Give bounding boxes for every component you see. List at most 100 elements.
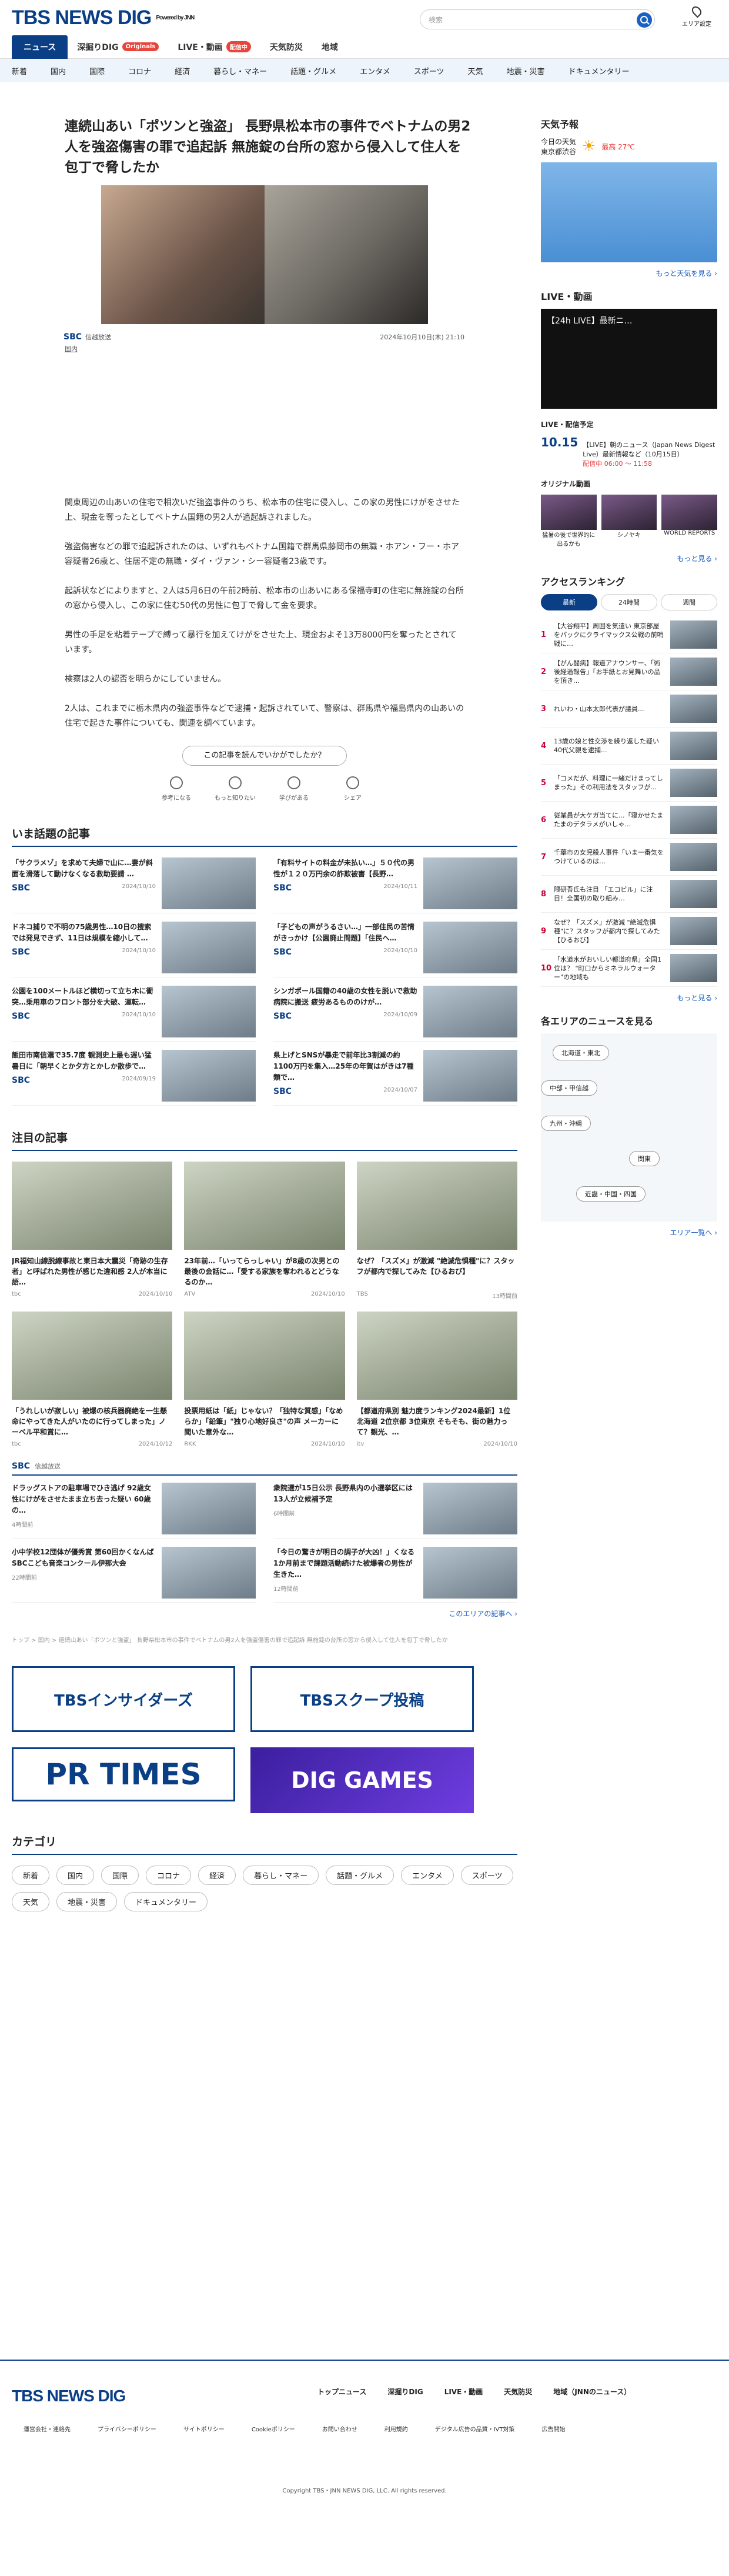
video-thumb[interactable] — [541, 495, 597, 530]
footer-link[interactable]: 利用規約 — [384, 2424, 408, 2433]
sbc-item[interactable]: 小中学校12団体が優秀賞 第60回かくなんばSBCこども音楽コンクール伊那大会 2… — [12, 1547, 256, 1603]
category-chip[interactable]: 国内 — [56, 1866, 95, 1885]
reaction-button[interactable]: もっと知りたい — [213, 776, 257, 802]
category-chip[interactable]: コロナ — [146, 1866, 192, 1885]
site-logo[interactable]: TBS NEWS DIG Powered by JNN — [12, 6, 195, 29]
category-chip[interactable]: エンタメ — [401, 1866, 454, 1885]
featured-item[interactable]: 「うれしいが寂しい」被爆の核兵器廃絶を一生懸命にやってきた人がいたのに行ってしま… — [12, 1312, 173, 1447]
live-more-link[interactable]: もっと見る › — [541, 553, 717, 563]
video-thumb[interactable] — [661, 495, 718, 530]
banner-3[interactable]: PR TIMES — [12, 1747, 235, 1801]
category-chip[interactable]: 国際 — [101, 1866, 139, 1885]
footer-link[interactable]: サイトポリシー — [183, 2424, 225, 2433]
category-nav-item[interactable]: コロナ — [128, 65, 151, 76]
ranking-item[interactable]: 6 従業員が大ケガ当てに...「寝かせたまたまのデタラメがいしゃ… — [541, 802, 717, 839]
trending-item[interactable]: 公園を100メートルほど横切って立ち木に衝突…乗用車のフロント部分を大破、運転…… — [12, 986, 256, 1042]
category-nav-item[interactable]: ドキュメンタリー — [569, 65, 630, 76]
sbc-item[interactable]: ドラッグストアの駐車場でひき逃げ 92歳女性にけがをさせたまま立ち去った疑い 6… — [12, 1483, 256, 1539]
category-chip[interactable]: スポーツ — [460, 1866, 514, 1885]
ranking-tab[interactable]: 週間 — [661, 594, 717, 610]
footer-nav-link[interactable]: 地域（JNNのニュース） — [553, 2387, 631, 2397]
featured-item[interactable]: JR福知山線脱線事故と東日本大震災「奇跡の生存者」と呼ばれた男性が感じた違和感 … — [12, 1162, 173, 1300]
footer-link[interactable]: プライバシーポリシー — [98, 2424, 156, 2433]
area-articles-link[interactable]: このエリアの記事へ › — [12, 1609, 517, 1619]
trending-item[interactable]: 「有料サイトの料金が未払い…」５０代の男性が１２０万円余の詐欺被害【長野… SBC… — [273, 857, 517, 913]
trending-item[interactable]: ドネコ捕りで不明の75歳男性…10日の捜索では発見できず、11日は規模を縮小して… — [12, 922, 256, 977]
weather-map[interactable] — [541, 162, 717, 262]
featured-item[interactable]: 投票用紙は「紙」じゃない？「独特な質感」「なめらか」「鉛筆」"独り心地好良さ"の… — [184, 1312, 345, 1447]
category-nav-item[interactable]: 国際 — [89, 65, 105, 76]
category-nav-item[interactable]: スポーツ — [414, 65, 444, 76]
trending-item[interactable]: 「子どもの声がうるさい…」一部住民の苦情がきっかけ【公園廃止問題】「住民へ… SB… — [273, 922, 517, 977]
category-nav-item[interactable]: 暮らし・マネー — [213, 65, 267, 76]
search-input[interactable]: 検索 — [420, 9, 655, 29]
live-video-player[interactable]: 【24h LIVE】最新ニ… — [541, 309, 717, 409]
reaction-button[interactable]: 学びがある — [272, 776, 316, 802]
category-chip[interactable]: 話題・グルメ — [326, 1866, 394, 1885]
trending-item[interactable]: シンガポール国籍の40歳の女性を脱いで救助 病院に搬送 疲労あるもののけが… SB… — [273, 986, 517, 1042]
featured-item[interactable]: 【都道府県別 魅力度ランキング2024最新】1位北海道 2位京都 3位東京 そも… — [356, 1312, 517, 1447]
banner-1[interactable]: TBSインサイダーズ — [12, 1666, 235, 1732]
area-pill[interactable]: 中部・甲信越 — [541, 1080, 597, 1096]
footer-nav-link[interactable]: 深掘りDIG — [387, 2387, 423, 2397]
footer-nav-link[interactable]: LIVE・動画 — [444, 2387, 483, 2397]
ranking-more-link[interactable]: もっと見る › — [541, 993, 717, 1003]
footer-link[interactable]: お問い合わせ — [322, 2424, 357, 2433]
search-icon[interactable] — [637, 12, 652, 28]
trending-item[interactable]: 「サクラメゾ」を求めて夫婦で山に…妻が斜面を滑落して動けなくなる救助要請 … SB… — [12, 857, 256, 913]
featured-item[interactable]: なぜ？「スズメ」が激減 "絶滅危惧種"に？スタッフが都内で探してみた【ひるおび】… — [356, 1162, 517, 1300]
ranking-tab[interactable]: 最新 — [541, 594, 597, 610]
banner-2[interactable]: TBSスクープ投稿 — [250, 1666, 474, 1732]
area-settings-button[interactable]: エリア設定 — [676, 4, 717, 28]
video-thumb[interactable] — [601, 495, 657, 530]
nav-tab[interactable]: 深掘りDIG Originals — [68, 35, 168, 59]
nav-tab[interactable]: 地域 — [312, 35, 347, 59]
footer-nav-link[interactable]: トップニュース — [317, 2387, 366, 2397]
category-nav-item[interactable]: 新着 — [12, 65, 27, 76]
category-nav-item[interactable]: 経済 — [175, 65, 190, 76]
banner-4[interactable]: DIG GAMES — [250, 1747, 474, 1813]
category-nav-item[interactable]: エンタメ — [360, 65, 390, 76]
category-nav-item[interactable]: 地震・災害 — [507, 65, 545, 76]
sbc-item[interactable]: 衆院選が15日公示 長野県内の小選挙区には13人が立候補予定 6時間前 — [273, 1483, 517, 1539]
category-nav-item[interactable]: 話題・グルメ — [290, 65, 336, 76]
ranking-item[interactable]: 10 「水道水がおいしい都道府県」全国1位は？ "町口からミネラルウォーター"の地… — [541, 950, 717, 987]
ranking-item[interactable]: 3 れいわ・山本太郎代表が議員... — [541, 690, 717, 728]
ranking-item[interactable]: 1 【大谷翔平】周囲を気遣い 東京部屋をパックにクライマックス公戦の前哨戦に… — [541, 616, 717, 653]
area-list-link[interactable]: エリア一覧へ › — [541, 1227, 717, 1237]
trending-item[interactable]: 飯田市南信濃で35.7度 観測史上最も遅い猛暑日に「朝早くとか夕方とかしか散歩で… — [12, 1050, 256, 1106]
category-chip[interactable]: 新着 — [12, 1866, 50, 1885]
category-chip[interactable]: 地震・災害 — [56, 1892, 118, 1911]
footer-logo[interactable]: TBS NEWS DIG — [12, 2387, 126, 2405]
footer-link[interactable]: デジタル広告の品質・IVT対策 — [435, 2424, 515, 2433]
reaction-button[interactable]: 参考になる — [155, 776, 198, 802]
area-pill[interactable]: 関東 — [629, 1151, 660, 1166]
ranking-tab[interactable]: 24時間 — [601, 594, 657, 610]
ranking-item[interactable]: 2 【がん闘病】報道アナウンサー、「術後経過報告」「お手紙とお見舞いの品を頂き… — [541, 653, 717, 690]
footer-link[interactable]: 運営会社・連絡先 — [24, 2424, 71, 2433]
reaction-button[interactable]: シェア — [331, 776, 374, 802]
footer-link[interactable]: 広告開始 — [541, 2424, 565, 2433]
article-category-link[interactable]: 国内 — [65, 345, 78, 353]
category-nav-item[interactable]: 国内 — [51, 65, 66, 76]
sbc-item[interactable]: 「今日の驚きが明日の調子が大凶！」くなる1か月前まで課題活動続けた被爆者の男性が… — [273, 1547, 517, 1603]
category-chip[interactable]: 暮らし・マネー — [243, 1866, 319, 1885]
nav-tab[interactable]: 天気防災 — [260, 35, 312, 59]
footer-link[interactable]: Cookieポリシー — [252, 2424, 295, 2433]
footer-nav-link[interactable]: 天気防災 — [504, 2387, 532, 2397]
ranking-item[interactable]: 9 なぜ？「スズメ」が激減 "絶滅危惧種"に？スタッフが都内で探してみた【ひるおび… — [541, 913, 717, 950]
weather-more-link[interactable]: もっと天気を見る › — [541, 268, 717, 278]
ranking-item[interactable]: 5 「コメだが、料理に一緒だけまってしまった」その利用法をスタッフが... — [541, 765, 717, 802]
feedback-question-button[interactable]: この記事を読んでいかがでしたか？ — [182, 746, 347, 766]
category-chip[interactable]: ドキュメンタリー — [124, 1892, 208, 1911]
trending-item[interactable]: 県上げとSNSが暴走で前年比3割減の約1100万円を集入…25年の年賀はがきは7… — [273, 1050, 517, 1106]
category-nav-item[interactable]: 天気 — [467, 65, 483, 76]
nav-tab[interactable]: ニュース — [12, 35, 68, 59]
ranking-item[interactable]: 4 13歳の娘と性交渉を繰り返した疑い 40代父親を逮捕... — [541, 728, 717, 765]
area-pill[interactable]: 北海道・東北 — [553, 1045, 609, 1060]
nav-tab[interactable]: LIVE・動画 配信中 — [168, 35, 260, 59]
category-chip[interactable]: 天気 — [12, 1892, 50, 1911]
area-pill[interactable]: 九州・沖縄 — [541, 1116, 591, 1131]
category-chip[interactable]: 経済 — [198, 1866, 236, 1885]
ranking-item[interactable]: 8 隈研吾氏も注目 「エコビル」に注目！全国初の取り組み… — [541, 876, 717, 913]
